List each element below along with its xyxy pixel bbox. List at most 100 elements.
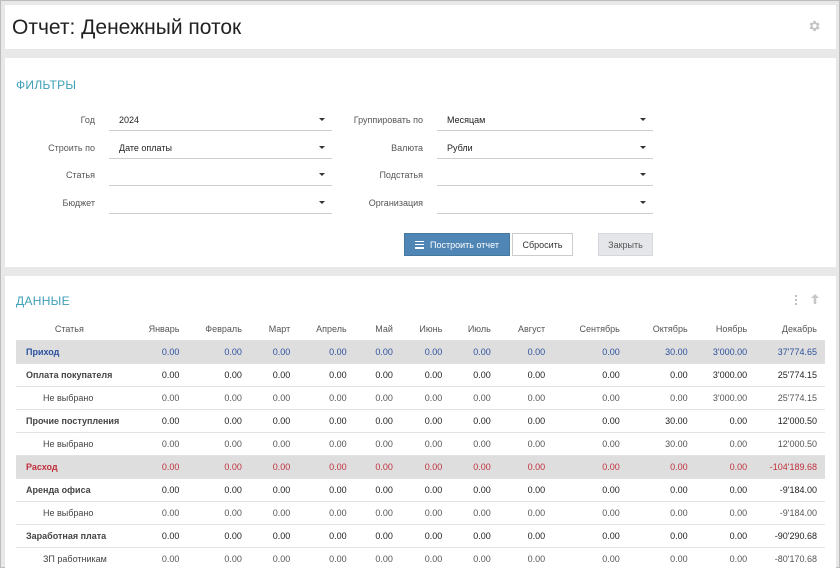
row-value: 0.00 bbox=[249, 431, 299, 455]
row-value: 0.00 bbox=[450, 362, 499, 386]
arrow-up-icon[interactable] bbox=[810, 293, 820, 305]
row-value: 0.00 bbox=[249, 454, 299, 478]
table-row[interactable]: Не выбрано 0.00 0.00 0.00 0.00 0.00 0.00 0.00 0.… bbox=[16, 385, 825, 409]
row-value: 0.00 bbox=[122, 385, 188, 409]
row-value: 0.00 bbox=[553, 431, 628, 455]
row-value: 0.00 bbox=[122, 500, 188, 524]
column-header-month[interactable]: Апрель bbox=[298, 318, 354, 340]
row-value: 0.00 bbox=[400, 385, 451, 409]
currency-value: Рубли bbox=[447, 143, 473, 153]
column-header-month[interactable]: Ноябрь bbox=[696, 318, 756, 340]
row-value: 0.00 bbox=[695, 500, 756, 524]
page-title: Отчет: Денежный поток bbox=[12, 16, 242, 39]
row-value: 30.00 bbox=[627, 408, 696, 432]
row-value: 0.00 bbox=[695, 477, 756, 501]
row-value: 0.00 bbox=[553, 500, 628, 524]
table-row[interactable]: Расход 0.00 0.00 0.00 0.00 0.00 0.00 0.00 0.00 0.… bbox=[16, 454, 825, 478]
row-label: Расход bbox=[16, 454, 123, 478]
row-value: 25'774.15 bbox=[755, 385, 825, 409]
column-header-month[interactable]: Октябрь bbox=[628, 318, 696, 340]
gear-icon[interactable] bbox=[807, 19, 821, 33]
row-value: 0.00 bbox=[498, 431, 554, 455]
row-value: 0.00 bbox=[122, 454, 188, 478]
row-value: 0.00 bbox=[553, 523, 628, 547]
table-row[interactable]: ЗП работникам 0.00 0.00 0.00 0.00 0.00 0.00 0.0… bbox=[16, 546, 825, 568]
row-value: 0.00 bbox=[249, 477, 299, 501]
budget-select[interactable] bbox=[109, 190, 332, 214]
article-select[interactable] bbox=[109, 162, 332, 186]
subarticle-label: Подстатья bbox=[379, 170, 423, 180]
column-header-month[interactable]: Январь bbox=[123, 318, 188, 340]
currency-select[interactable]: Рубли bbox=[437, 135, 653, 159]
close-button[interactable]: Закрыть bbox=[598, 233, 653, 256]
row-value: 0.00 bbox=[400, 546, 451, 568]
row-label: Не выбрано bbox=[16, 500, 123, 524]
column-header-month[interactable]: Май bbox=[355, 318, 401, 340]
row-value: 0.00 bbox=[298, 546, 355, 568]
row-value: 0.00 bbox=[450, 523, 499, 547]
row-value: 3'000.00 bbox=[695, 362, 756, 386]
year-select[interactable]: 2024 bbox=[109, 107, 332, 131]
column-header-article[interactable]: Статья bbox=[16, 318, 123, 340]
row-value: 0.00 bbox=[354, 500, 401, 524]
row-value: 0.00 bbox=[249, 362, 299, 386]
row-value: 0.00 bbox=[354, 546, 401, 568]
row-value: 0.00 bbox=[450, 431, 499, 455]
row-value: 0.00 bbox=[354, 362, 401, 386]
table-row[interactable]: Оплата покупателя 0.00 0.00 0.00 0.00 0.00 0.0… bbox=[16, 362, 825, 386]
column-header-month[interactable]: Июнь bbox=[401, 318, 450, 340]
column-header-month[interactable]: Июль bbox=[450, 318, 498, 340]
row-value: 0.00 bbox=[450, 385, 499, 409]
row-value: 0.00 bbox=[298, 385, 355, 409]
row-value: 0.00 bbox=[450, 500, 499, 524]
row-value: 0.00 bbox=[249, 546, 299, 568]
row-value: 0.00 bbox=[498, 408, 554, 432]
row-value: 0.00 bbox=[122, 546, 188, 568]
row-label: Не выбрано bbox=[16, 431, 123, 455]
row-value: 12'000.50 bbox=[755, 408, 825, 432]
build-report-button[interactable]: Построить отчет bbox=[404, 233, 510, 256]
row-value: 0.00 bbox=[187, 454, 250, 478]
group-by-select[interactable]: Месяцам bbox=[437, 107, 653, 131]
reset-button[interactable]: Сбросить bbox=[512, 233, 573, 256]
page-header: Отчет: Денежный поток bbox=[5, 5, 836, 49]
column-header-month[interactable]: Август bbox=[499, 318, 553, 340]
table-row[interactable]: Заработная плата 0.00 0.00 0.00 0.00 0.00 0.00… bbox=[16, 523, 825, 547]
table-row[interactable]: Приход 0.00 0.00 0.00 0.00 0.00 0.00 0.00 0.00 0.… bbox=[16, 339, 825, 363]
chevron-down-icon bbox=[319, 201, 325, 204]
column-header-month[interactable]: Сентябрь bbox=[553, 318, 628, 340]
data-title: ДАННЫЕ bbox=[16, 294, 70, 308]
vertical-dots-icon[interactable] bbox=[795, 295, 798, 305]
row-value: 0.00 bbox=[187, 477, 250, 501]
row-value: 0.00 bbox=[298, 454, 355, 478]
column-header-month[interactable]: Март bbox=[250, 318, 298, 340]
row-value: -90'290.68 bbox=[755, 523, 825, 547]
build-by-value: Дате оплаты bbox=[119, 143, 172, 153]
row-value: 0.00 bbox=[187, 523, 250, 547]
subarticle-select[interactable] bbox=[437, 162, 653, 186]
organization-select[interactable] bbox=[437, 190, 653, 214]
build-by-select[interactable]: Дате оплаты bbox=[109, 135, 332, 159]
row-value: 0.00 bbox=[249, 385, 299, 409]
table-header-row: Статья Январь Февраль Март Апрель Май Июнь Июль… bbox=[16, 318, 825, 340]
column-header-month[interactable]: Декабрь bbox=[755, 318, 825, 340]
row-value: 0.00 bbox=[298, 362, 355, 386]
row-value: 0.00 bbox=[298, 477, 355, 501]
row-value: 0.00 bbox=[400, 500, 451, 524]
table-row[interactable]: Не выбрано 0.00 0.00 0.00 0.00 0.00 0.00 0.00 0.… bbox=[16, 431, 825, 455]
row-value: 0.00 bbox=[249, 339, 299, 363]
row-value: 0.00 bbox=[298, 431, 355, 455]
table-row[interactable]: Не выбрано 0.00 0.00 0.00 0.00 0.00 0.00 0.00 0.… bbox=[16, 500, 825, 524]
group-by-label: Группировать по bbox=[353, 115, 423, 125]
row-value: 25'774.15 bbox=[755, 362, 825, 386]
row-value: 0.00 bbox=[400, 523, 451, 547]
row-value: 0.00 bbox=[695, 431, 756, 455]
table-row[interactable]: Прочие поступления 0.00 0.00 0.00 0.00 0.00 0.… bbox=[16, 408, 825, 432]
table-row[interactable]: Аренда офиса 0.00 0.00 0.00 0.00 0.00 0.00 0.00… bbox=[16, 477, 825, 501]
row-value: 0.00 bbox=[400, 477, 451, 501]
organization-label: Организация bbox=[368, 198, 423, 208]
column-header-month[interactable]: Февраль bbox=[187, 318, 249, 340]
row-value: 0.00 bbox=[695, 546, 756, 568]
row-value: 0.00 bbox=[450, 546, 499, 568]
budget-label: Бюджет bbox=[62, 198, 95, 208]
